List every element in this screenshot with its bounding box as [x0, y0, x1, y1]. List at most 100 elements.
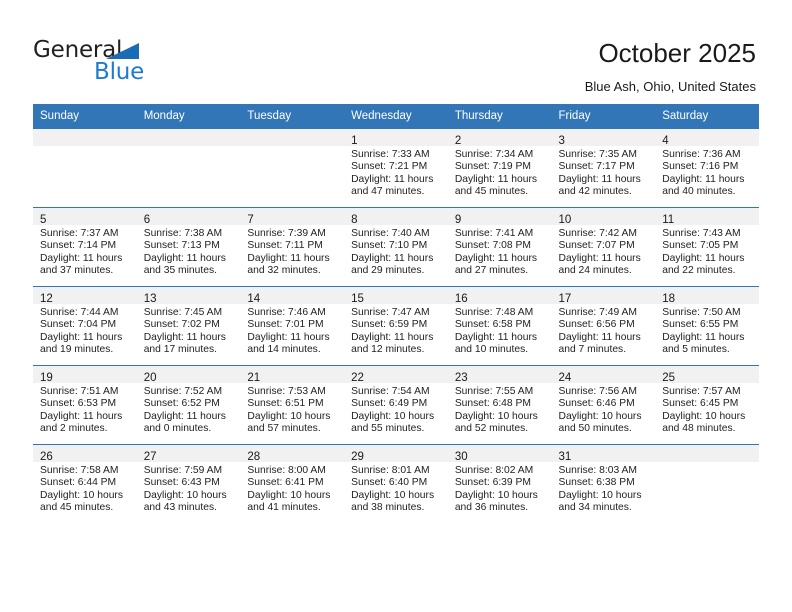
daylight-duration-line2: and 57 minutes. [247, 423, 321, 435]
daylight-duration-line1: Daylight: 11 hours [143, 252, 226, 264]
calendar-day-cell[interactable]: 31 Sunrise: 8:03 AM Sunset: 6:38 PM Dayligh… [551, 444, 656, 523]
sunrise-time: Sunrise: 7:38 AM [143, 228, 223, 239]
day-sun-details: Sunrise: 7:46 AM Sunset: 7:01 PM Daylight:… [240, 304, 344, 357]
day-sun-details: Sunrise: 7:44 AM Sunset: 7:04 PM Daylight:… [33, 304, 137, 357]
calendar-day-cell[interactable]: 10 Sunrise: 7:42 AM Sunset: 7:07 PM Dayligh… [551, 207, 656, 287]
calendar-day-cell-inner: 19 Sunrise: 7:51 AM Sunset: 6:53 PM Dayligh… [33, 366, 137, 444]
calendar-day-cell[interactable]: 21 Sunrise: 7:53 AM Sunset: 6:51 PM Dayligh… [240, 365, 345, 445]
calendar-day-cell[interactable]: 25 Sunrise: 7:57 AM Sunset: 6:45 PM Dayligh… [655, 365, 759, 445]
daylight-duration-line1: Daylight: 11 hours [40, 331, 123, 343]
sunset-time: Sunset: 7:08 PM [454, 240, 531, 252]
day-number-band: 31 [551, 445, 656, 463]
calendar-day-cell[interactable]: 27 Sunrise: 7:59 AM Sunset: 6:43 PM Dayligh… [136, 444, 241, 523]
day-number-band: 4 [655, 129, 759, 147]
calendar-day-cell[interactable]: 11 Sunrise: 7:43 AM Sunset: 7:05 PM Dayligh… [655, 207, 759, 287]
calendar-day-cell[interactable]: 15 Sunrise: 7:47 AM Sunset: 6:59 PM Dayligh… [344, 286, 448, 366]
sunrise-time: Sunrise: 7:55 AM [454, 386, 534, 397]
day-number: 22 [351, 372, 364, 384]
day-number-band: 7 [240, 208, 345, 226]
calendar-day-cell[interactable]: 9 Sunrise: 7:41 AM Sunset: 7:08 PM Daylight… [447, 207, 552, 287]
calendar-day-cell[interactable]: 5 Sunrise: 7:37 AM Sunset: 7:14 PM Daylight… [33, 207, 137, 287]
day-number: 29 [351, 451, 364, 463]
calendar-day-cell-inner: 23 Sunrise: 7:55 AM Sunset: 6:48 PM Dayligh… [447, 366, 552, 444]
day-number-band: 13 [136, 287, 241, 305]
calendar-day-cell-inner: 12 Sunrise: 7:44 AM Sunset: 7:04 PM Dayligh… [33, 287, 137, 365]
calendar-day-cell[interactable]: 26 Sunrise: 7:58 AM Sunset: 6:44 PM Dayligh… [33, 444, 137, 523]
calendar-day-cell[interactable]: 29 Sunrise: 8:01 AM Sunset: 6:40 PM Dayligh… [344, 444, 448, 523]
sunrise-time: Sunrise: 7:51 AM [40, 386, 119, 397]
sunrise-time: Sunrise: 7:59 AM [143, 465, 223, 476]
calendar-day-cell[interactable]: 4 Sunrise: 7:36 AM Sunset: 7:16 PM Daylight… [655, 128, 759, 208]
day-number-band: 10 [551, 208, 656, 226]
daylight-duration-line1: Daylight: 11 hours [143, 410, 226, 422]
sunrise-time: Sunrise: 7:50 AM [662, 307, 741, 318]
calendar-day-cell[interactable]: 18 Sunrise: 7:50 AM Sunset: 6:55 PM Dayligh… [655, 286, 759, 366]
day-number-band: 16 [447, 287, 552, 305]
sunrise-time: Sunrise: 8:03 AM [558, 465, 637, 476]
page-title: October 2025 [598, 38, 756, 68]
calendar-day-cell[interactable]: 28 Sunrise: 8:00 AM Sunset: 6:41 PM Dayligh… [240, 444, 345, 523]
day-number-band: 28 [240, 445, 345, 463]
calendar-day-cell[interactable]: 24 Sunrise: 7:56 AM Sunset: 6:46 PM Dayligh… [551, 365, 656, 445]
day-number: 28 [247, 451, 261, 463]
calendar-day-cell-inner: 17 Sunrise: 7:49 AM Sunset: 6:56 PM Dayligh… [551, 287, 656, 365]
sunrise-time: Sunrise: 7:48 AM [454, 307, 534, 318]
calendar-day-cell-inner [136, 129, 241, 207]
sunrise-time: Sunrise: 7:57 AM [662, 386, 741, 397]
sunrise-time: Sunrise: 7:53 AM [247, 386, 326, 397]
calendar-day-cell[interactable]: 2 Sunrise: 7:34 AM Sunset: 7:19 PM Daylight… [447, 128, 552, 208]
daylight-duration-line1: Daylight: 11 hours [558, 252, 641, 264]
sunrise-time: Sunrise: 7:47 AM [351, 307, 430, 318]
calendar-day-cell[interactable]: 30 Sunrise: 8:02 AM Sunset: 6:39 PM Dayligh… [447, 444, 552, 523]
day-number: 19 [40, 372, 53, 384]
calendar-day-cell[interactable]: 22 Sunrise: 7:54 AM Sunset: 6:49 PM Dayligh… [344, 365, 448, 445]
day-sun-details: Sunrise: 7:53 AM Sunset: 6:51 PM Daylight:… [240, 383, 344, 436]
sunset-time: Sunset: 7:02 PM [143, 319, 220, 331]
calendar-day-cell-inner: 6 Sunrise: 7:38 AM Sunset: 7:13 PM Daylight… [136, 208, 241, 286]
daylight-duration-line2: and 7 minutes. [558, 344, 627, 356]
calendar-day-cell[interactable]: 20 Sunrise: 7:52 AM Sunset: 6:52 PM Dayligh… [136, 365, 241, 445]
calendar-day-cell[interactable]: 23 Sunrise: 7:55 AM Sunset: 6:48 PM Dayligh… [447, 365, 552, 445]
daylight-duration-line1: Daylight: 11 hours [662, 173, 745, 185]
calendar-day-cell[interactable]: 6 Sunrise: 7:38 AM Sunset: 7:13 PM Daylight… [136, 207, 241, 287]
day-sun-details: Sunrise: 7:50 AM Sunset: 6:55 PM Daylight:… [655, 304, 759, 357]
sunrise-time: Sunrise: 7:44 AM [40, 307, 119, 318]
day-number: 1 [351, 135, 358, 147]
sunset-time: Sunset: 7:05 PM [662, 240, 739, 252]
calendar-week-row: 1 Sunrise: 7:33 AM Sunset: 7:21 PM Daylight… [33, 128, 759, 208]
daylight-duration-line2: and 17 minutes. [143, 344, 217, 356]
daylight-duration-line1: Daylight: 11 hours [662, 252, 745, 264]
day-sun-details: Sunrise: 7:58 AM Sunset: 6:44 PM Daylight:… [33, 462, 137, 515]
calendar-day-cell[interactable]: 14 Sunrise: 7:46 AM Sunset: 7:01 PM Dayligh… [240, 286, 345, 366]
calendar-day-cell[interactable]: 3 Sunrise: 7:35 AM Sunset: 7:17 PM Daylight… [551, 128, 656, 208]
sunrise-time: Sunrise: 7:34 AM [454, 149, 534, 160]
sunset-time: Sunset: 6:38 PM [558, 477, 635, 489]
day-number: 4 [662, 135, 669, 147]
calendar-day-cell[interactable]: 16 Sunrise: 7:48 AM Sunset: 6:58 PM Dayligh… [447, 286, 552, 366]
weekday-header-friday: Friday [551, 104, 656, 129]
daylight-duration-line1: Daylight: 10 hours [247, 489, 331, 501]
day-number: 20 [143, 372, 157, 384]
day-number-band: 11 [655, 208, 759, 226]
calendar-day-cell-inner [33, 129, 137, 207]
day-number-band: 17 [551, 287, 656, 305]
calendar-day-cell[interactable]: 1 Sunrise: 7:33 AM Sunset: 7:21 PM Daylight… [344, 128, 448, 208]
calendar-week-row: 19 Sunrise: 7:51 AM Sunset: 6:53 PM Dayligh… [33, 365, 759, 445]
sunset-time: Sunset: 7:11 PM [247, 240, 323, 252]
sunrise-time: Sunrise: 7:42 AM [558, 228, 637, 239]
calendar-day-cell-inner: 2 Sunrise: 7:34 AM Sunset: 7:19 PM Daylight… [447, 129, 552, 207]
calendar-day-cell[interactable]: 19 Sunrise: 7:51 AM Sunset: 6:53 PM Dayligh… [33, 365, 137, 445]
calendar-day-cell[interactable]: 17 Sunrise: 7:49 AM Sunset: 6:56 PM Dayligh… [551, 286, 656, 366]
calendar-day-cell[interactable]: 13 Sunrise: 7:45 AM Sunset: 7:02 PM Dayligh… [136, 286, 241, 366]
daylight-duration-line2: and 27 minutes. [454, 265, 529, 277]
day-sun-details: Sunrise: 7:41 AM Sunset: 7:08 PM Daylight:… [448, 225, 552, 278]
calendar-week-row: 5 Sunrise: 7:37 AM Sunset: 7:14 PM Daylight… [33, 207, 759, 287]
calendar-day-cell[interactable]: 12 Sunrise: 7:44 AM Sunset: 7:04 PM Dayligh… [33, 286, 137, 366]
calendar-day-cell[interactable]: 7 Sunrise: 7:39 AM Sunset: 7:11 PM Daylight… [240, 207, 345, 287]
calendar-day-cell-inner: 8 Sunrise: 7:40 AM Sunset: 7:10 PM Daylight… [344, 208, 448, 286]
sunrise-time: Sunrise: 7:52 AM [143, 386, 223, 397]
daylight-duration-line2: and 45 minutes. [454, 186, 529, 198]
day-number-band: 12 [33, 287, 137, 305]
day-sun-details: Sunrise: 7:43 AM Sunset: 7:05 PM Daylight:… [655, 225, 759, 278]
calendar-day-cell[interactable]: 8 Sunrise: 7:40 AM Sunset: 7:10 PM Daylight… [344, 207, 448, 287]
